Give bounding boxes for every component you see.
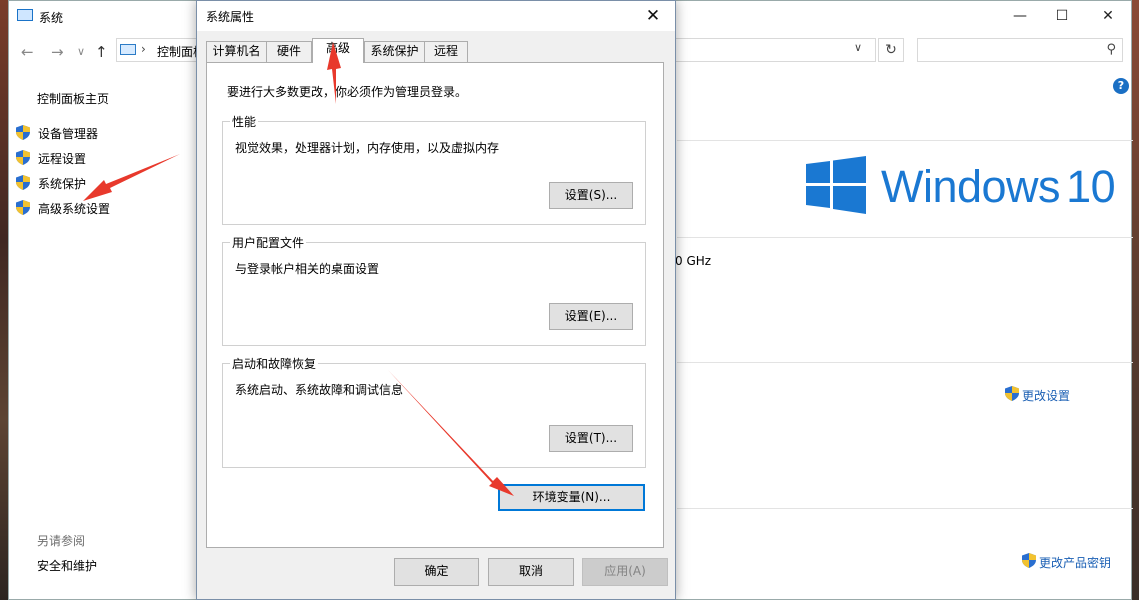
- search-icon: ⚲: [1106, 42, 1116, 57]
- uac-shield-icon: [16, 175, 30, 190]
- system-properties-dialog: 系统属性 ✕ 计算机名 硬件 高级 系统保护 远程 要进行大多数更改，你必须作为…: [196, 0, 676, 600]
- group-description: 与登录帐户相关的桌面设置: [235, 262, 380, 276]
- security-and-maintenance-link[interactable]: 安全和维护: [37, 557, 97, 574]
- apply-button[interactable]: 应用(A): [582, 558, 668, 586]
- dialog-close-button[interactable]: ✕: [633, 1, 673, 31]
- refresh-button[interactable]: ↻: [878, 38, 904, 62]
- tab-hardware[interactable]: 硬件: [266, 41, 312, 62]
- group-description: 系统启动、系统故障和调试信息: [235, 383, 404, 397]
- startup-recovery-group: 启动和故障恢复 系统启动、系统故障和调试信息 设置(T)...: [222, 355, 646, 468]
- uac-shield-icon: [1005, 386, 1019, 401]
- divider: [677, 362, 1133, 363]
- system-window-title: 系统: [39, 11, 64, 25]
- dialog-titlebar: 系统属性 ✕: [197, 1, 675, 31]
- sidebar-item-label: 系统保护: [38, 177, 87, 191]
- sidebar-item-label: 设备管理器: [38, 127, 99, 141]
- uac-shield-icon: [16, 200, 30, 215]
- tab-computer-name[interactable]: 计算机名: [206, 41, 267, 62]
- address-dropdown-icon[interactable]: ∨: [854, 41, 862, 54]
- maximize-button[interactable]: ☐: [1039, 1, 1085, 31]
- close-button[interactable]: ✕: [1085, 1, 1131, 31]
- startup-recovery-settings-button[interactable]: 设置(T)...: [549, 425, 633, 452]
- cancel-button[interactable]: 取消: [488, 558, 574, 586]
- ok-button[interactable]: 确定: [394, 558, 479, 586]
- uac-shield-icon: [1022, 553, 1036, 568]
- sidebar-item-label: 高级系统设置: [38, 202, 111, 216]
- desktop-background-right: [1131, 0, 1139, 600]
- group-title: 性能: [230, 113, 259, 130]
- tab-system-protection[interactable]: 系统保护: [364, 41, 425, 62]
- windows-brand-name: Windows: [881, 161, 1061, 212]
- uac-shield-icon: [16, 150, 30, 165]
- change-product-key-label: 更改产品密钥: [1039, 556, 1112, 570]
- breadcrumb-separator-icon: ›: [141, 42, 146, 56]
- divider: [677, 140, 1133, 141]
- windows-logo: [806, 156, 866, 214]
- tab-advanced[interactable]: 高级: [312, 38, 364, 63]
- control-panel-icon: [120, 44, 136, 55]
- performance-group: 性能 视觉效果，处理器计划，内存使用，以及虚拟内存 设置(S)...: [222, 113, 646, 225]
- windows-version: 10: [1066, 161, 1116, 212]
- dialog-title: 系统属性: [206, 10, 255, 24]
- windows-brand-text: Windows 10: [881, 161, 1116, 213]
- back-arrow-icon[interactable]: ←: [21, 43, 34, 61]
- divider: [677, 508, 1133, 509]
- group-title: 用户配置文件: [230, 234, 307, 251]
- performance-settings-button[interactable]: 设置(S)...: [549, 182, 633, 209]
- computer-icon: [17, 9, 33, 21]
- group-description: 视觉效果，处理器计划，内存使用，以及虚拟内存: [235, 141, 500, 155]
- sidebar-item-label: 远程设置: [38, 152, 87, 166]
- processor-speed-fragment: 0 GHz: [675, 254, 712, 268]
- up-arrow-icon[interactable]: ↑: [95, 43, 108, 61]
- recent-locations-icon[interactable]: ∨: [77, 45, 85, 58]
- help-icon[interactable]: ?: [1113, 78, 1129, 94]
- advanced-tab-panel: 要进行大多数更改，你必须作为管理员登录。 性能 视觉效果，处理器计划，内存使用，…: [206, 62, 664, 548]
- divider: [677, 237, 1133, 238]
- control-panel-home-link[interactable]: 控制面板主页: [37, 90, 109, 107]
- forward-arrow-icon[interactable]: →: [51, 43, 64, 61]
- search-input[interactable]: ⚲: [917, 38, 1123, 62]
- see-also-heading: 另请参阅: [37, 534, 86, 548]
- tab-remote[interactable]: 远程: [424, 41, 468, 62]
- group-title: 启动和故障恢复: [230, 355, 319, 372]
- change-settings-label: 更改设置: [1022, 389, 1071, 403]
- admin-note: 要进行大多数更改，你必须作为管理员登录。: [227, 85, 468, 99]
- user-profiles-group: 用户配置文件 与登录帐户相关的桌面设置 设置(E)...: [222, 234, 646, 346]
- environment-variables-button[interactable]: 环境变量(N)...: [498, 484, 645, 511]
- minimize-button[interactable]: —: [997, 1, 1043, 31]
- user-profiles-settings-button[interactable]: 设置(E)...: [549, 303, 633, 330]
- uac-shield-icon: [16, 125, 30, 140]
